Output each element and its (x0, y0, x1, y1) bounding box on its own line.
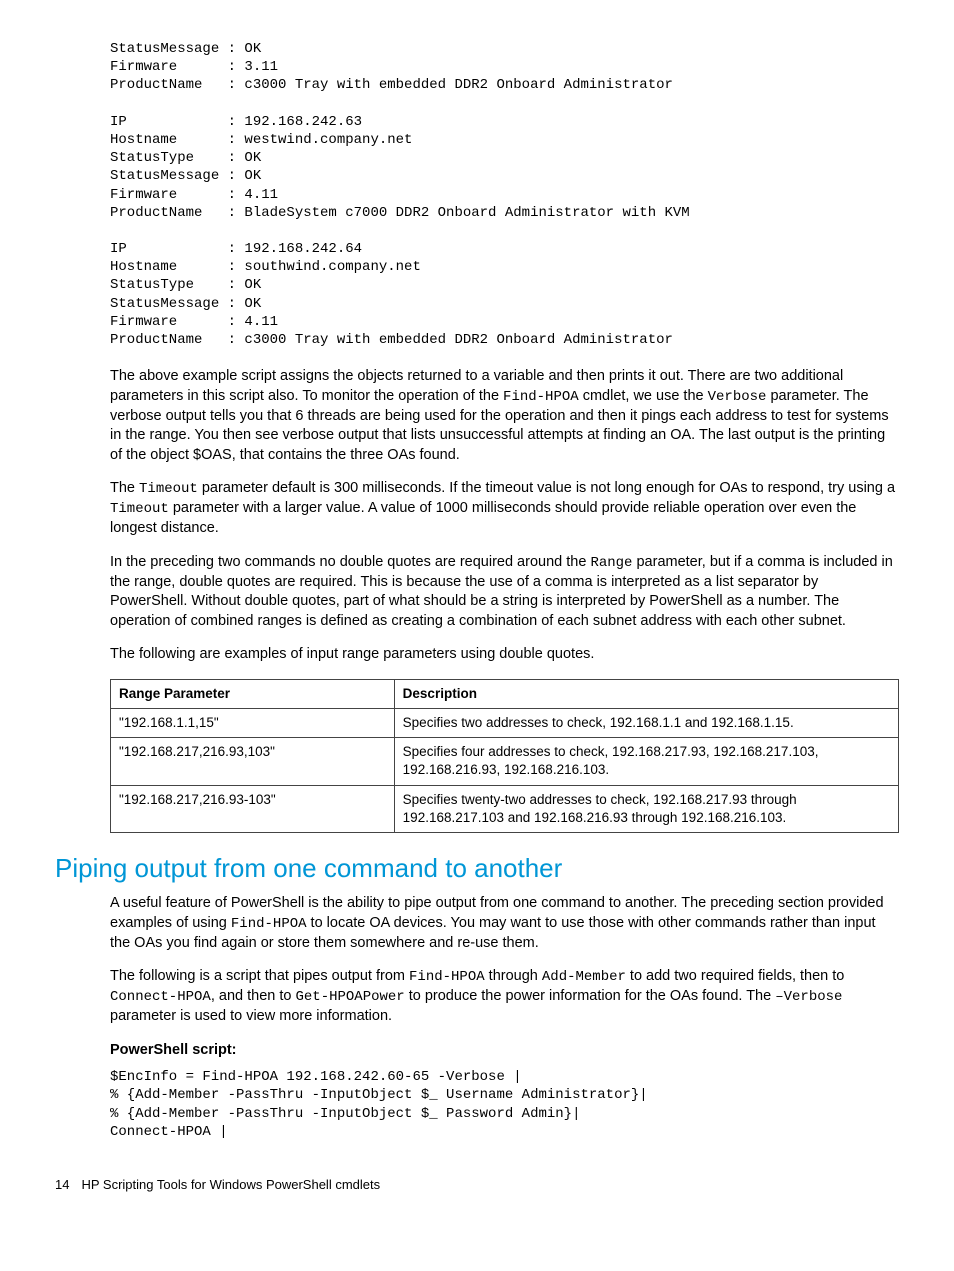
inline-code: Verbose (708, 389, 767, 405)
table-header-row: Range Parameter Description (111, 679, 899, 708)
code-script-block: $EncInfo = Find-HPOA 192.168.242.60-65 -… (110, 1068, 899, 1141)
table-cell: Specifies four addresses to check, 192.1… (394, 738, 898, 785)
table-row: "192.168.1.1,15" Specifies two addresses… (111, 709, 899, 738)
text: cmdlet, we use the (579, 388, 708, 404)
table-header: Range Parameter (111, 679, 395, 708)
inline-code: Timeout (139, 481, 198, 497)
code-output-block: StatusMessage : OK Firmware : 3.11 Produ… (110, 40, 899, 349)
table-header: Description (394, 679, 898, 708)
table-cell: "192.168.217,216.93-103" (111, 785, 395, 832)
page-number: 14 (55, 1176, 69, 1194)
text: parameter with a larger value. A value o… (110, 500, 856, 536)
table-cell: Specifies twenty-two addresses to check,… (394, 785, 898, 832)
table-row: "192.168.217,216.93,103" Specifies four … (111, 738, 899, 785)
text: The following is a script that pipes out… (110, 968, 409, 984)
text: through (485, 968, 542, 984)
footer-title: HP Scripting Tools for Windows PowerShel… (81, 1177, 380, 1192)
paragraph-6: The following is a script that pipes out… (110, 967, 899, 1026)
section-heading-piping: Piping output from one command to anothe… (55, 851, 899, 886)
page-footer: 14 HP Scripting Tools for Windows PowerSh… (55, 1176, 899, 1194)
range-parameter-table: Range Parameter Description "192.168.1.1… (110, 679, 899, 833)
inline-code: Find-HPOA (231, 916, 307, 932)
table-cell: "192.168.217,216.93,103" (111, 738, 395, 785)
text: parameter default is 300 milliseconds. I… (198, 480, 895, 496)
paragraph-4: The following are examples of input rang… (110, 645, 899, 665)
inline-code: Range (590, 555, 632, 571)
paragraph-3: In the preceding two commands no double … (110, 553, 899, 632)
table-cell: Specifies two addresses to check, 192.16… (394, 709, 898, 738)
text: In the preceding two commands no double … (110, 554, 590, 570)
paragraph-1: The above example script assigns the obj… (110, 367, 899, 465)
text: to produce the power information for the… (405, 988, 776, 1004)
paragraph-2: The Timeout parameter default is 300 mil… (110, 479, 899, 538)
inline-code: Timeout (110, 501, 169, 517)
inline-code: Get-HPOAPower (295, 989, 404, 1005)
inline-code: Find-HPOA (503, 389, 579, 405)
inline-code: –Verbose (775, 989, 842, 1005)
inline-code: Connect-HPOA (110, 989, 211, 1005)
text: The (110, 480, 139, 496)
paragraph-5: A useful feature of PowerShell is the ab… (110, 894, 899, 953)
text: to add two required fields, then to (626, 968, 844, 984)
text: parameter is used to view more informati… (110, 1008, 392, 1024)
text: , and then to (211, 988, 296, 1004)
powershell-script-label: PowerShell script: (110, 1041, 899, 1061)
table-cell: "192.168.1.1,15" (111, 709, 395, 738)
inline-code: Find-HPOA (409, 969, 485, 985)
inline-code: Add-Member (542, 969, 626, 985)
table-row: "192.168.217,216.93-103" Specifies twent… (111, 785, 899, 832)
